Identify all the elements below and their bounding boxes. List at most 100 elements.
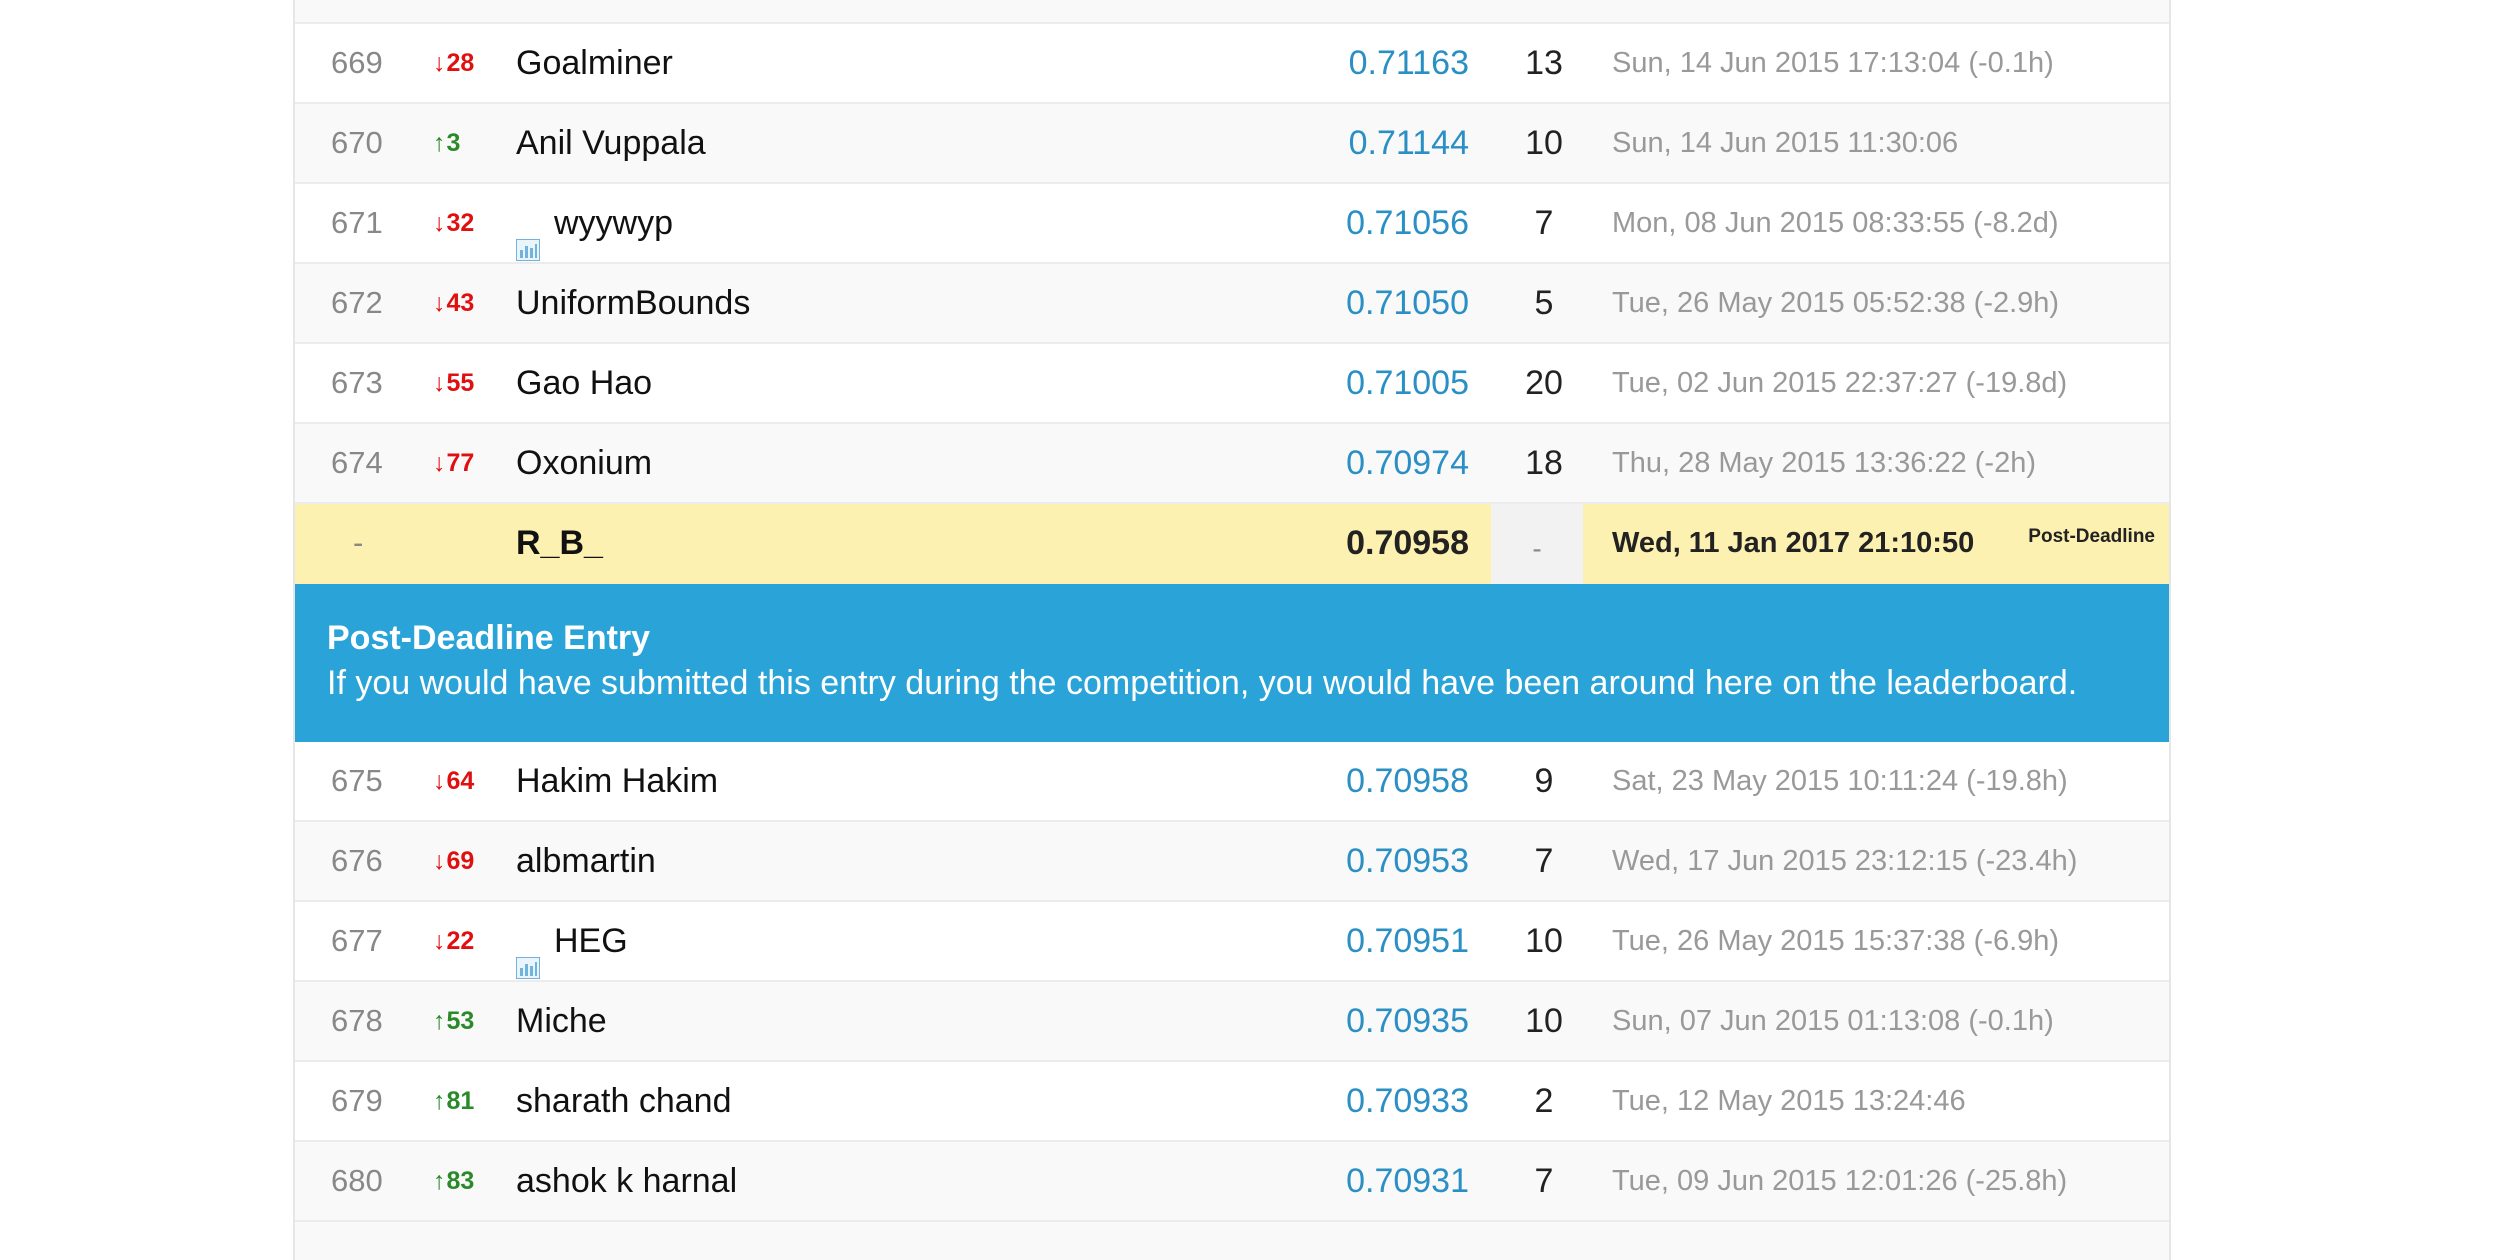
- rank-change-value: 81: [446, 1087, 475, 1115]
- team-name[interactable]: albmartin: [516, 842, 656, 880]
- rank-change-value: 43: [446, 289, 475, 317]
- score-link[interactable]: 0.71163: [1349, 24, 1469, 102]
- team-name[interactable]: Anil Vuppala: [516, 124, 706, 162]
- team-cell: sharath chand: [516, 1062, 732, 1140]
- arrow-up-icon: ↑: [433, 129, 446, 157]
- entries: 10: [1525, 922, 1563, 960]
- team-name[interactable]: wyywyp: [554, 204, 673, 242]
- rank-change-value: 3: [446, 129, 461, 157]
- rank: 680: [331, 1163, 383, 1198]
- rank-change-value: 83: [446, 1167, 475, 1195]
- score-link[interactable]: 0.70933: [1346, 1062, 1469, 1140]
- last-submission: Tue, 26 May 2015 15:37:38 (-6.9h): [1612, 925, 2060, 957]
- rank-change: ↓28: [433, 24, 493, 102]
- rank: -: [353, 525, 364, 560]
- arrow-down-icon: ↓: [433, 847, 446, 875]
- rows-before-group: 669 ↓28 Goalminer 0.71163 13 Sun, 14 Jun 2015…: [295, 24, 2169, 504]
- table-row: 679 ↑81 sharath chand 0.70933 2 Tue, 12 May 2…: [295, 1062, 2169, 1142]
- arrow-down-icon: ↓: [433, 369, 446, 397]
- score-link[interactable]: 0.70953: [1346, 822, 1469, 900]
- entries: -: [1491, 504, 1583, 586]
- entries: 2: [1534, 1082, 1554, 1120]
- score-link[interactable]: 0.71056: [1346, 184, 1469, 262]
- entries: 13: [1525, 44, 1563, 82]
- table-row: 673 ↓55 Gao Hao 0.71005 20 Tue, 02 Jun 2015 2…: [295, 344, 2169, 424]
- team-cell: Goalminer: [516, 24, 673, 102]
- rank-change-value: 22: [446, 927, 475, 955]
- arrow-up-icon: ↑: [433, 1007, 446, 1035]
- rank-change-value: 69: [446, 847, 475, 875]
- rank-change: ↓43: [433, 264, 493, 342]
- rank-change: ↑3: [433, 104, 493, 182]
- table-row: 678 ↑53 Miche 0.70935 10 Sun, 07 Jun 2015 01:…: [295, 982, 2169, 1062]
- entries: 20: [1525, 364, 1563, 402]
- score-link[interactable]: 0.70958: [1346, 742, 1469, 820]
- score-link[interactable]: 0.70931: [1346, 1142, 1469, 1220]
- score: 0.70958: [1346, 524, 1469, 562]
- last-submission: Tue, 02 Jun 2015 22:37:27 (-19.8d): [1612, 367, 2068, 399]
- arrow-down-icon: ↓: [433, 289, 446, 317]
- arrow-up-icon: ↑: [433, 1167, 446, 1195]
- table-row-partial-bottom: [295, 1222, 2169, 1260]
- last-submission: Tue, 26 May 2015 05:52:38 (-2.9h): [1612, 287, 2060, 319]
- team-cell: ashok k harnal: [516, 1142, 737, 1220]
- rank: 677: [331, 923, 383, 958]
- score-link[interactable]: 0.71005: [1346, 344, 1469, 422]
- table-row: 676 ↓69 albmartin 0.70953 7 Wed, 17 Jun 2015 …: [295, 822, 2169, 902]
- bar-chart-icon[interactable]: [516, 929, 540, 980]
- team-name[interactable]: R_B_: [516, 504, 603, 582]
- score-link[interactable]: 0.70951: [1346, 902, 1469, 980]
- notice-text: If you would have submitted this entry d…: [327, 664, 2078, 702]
- rank: 670: [331, 125, 383, 160]
- team-cell: Miche: [516, 982, 607, 1060]
- score-link[interactable]: 0.70935: [1346, 982, 1469, 1060]
- team-name[interactable]: Gao Hao: [516, 364, 652, 402]
- team-name[interactable]: Miche: [516, 1002, 607, 1040]
- score-link[interactable]: 0.71144: [1349, 104, 1469, 182]
- rank-change: ↓22: [433, 902, 493, 980]
- team-name[interactable]: HEG: [554, 922, 628, 960]
- team-name[interactable]: Oxonium: [516, 444, 652, 482]
- team-cell: Oxonium: [516, 424, 652, 502]
- team-name[interactable]: Hakim Hakim: [516, 762, 718, 800]
- score-link[interactable]: 0.70974: [1346, 424, 1469, 502]
- team-name[interactable]: ashok k harnal: [516, 1162, 737, 1200]
- last-submission: Tue, 12 May 2015 13:24:46: [1612, 1085, 1966, 1117]
- bar-chart-icon[interactable]: [516, 211, 540, 262]
- rank: 678: [331, 1003, 383, 1038]
- rank-change-value: 32: [446, 209, 475, 237]
- rank: 676: [331, 843, 383, 878]
- rank: 674: [331, 445, 383, 480]
- team-name[interactable]: sharath chand: [516, 1082, 732, 1120]
- table-row: 672 ↓43 UniformBounds 0.71050 5 Tue, 26 May 2…: [295, 264, 2169, 344]
- table-row: 671 ↓32 wyywyp 0.71056 7 Mon, 08 Jun 2015 08:…: [295, 184, 2169, 264]
- last-submission: Sun, 14 Jun 2015 11:30:06: [1612, 127, 1959, 159]
- rank-change: ↓69: [433, 822, 493, 900]
- notice-title: Post-Deadline Entry: [327, 619, 651, 657]
- rank-change: ↑83: [433, 1142, 493, 1220]
- post-deadline-notice: Post-Deadline Entry If you would have su…: [295, 584, 2169, 742]
- last-submission: Sun, 14 Jun 2015 17:13:04 (-0.1h): [1612, 47, 2054, 79]
- rank: 673: [331, 365, 383, 400]
- team-name[interactable]: UniformBounds: [516, 284, 750, 322]
- entries: 9: [1534, 762, 1554, 800]
- post-deadline-tag: Post-Deadline: [2028, 526, 2155, 547]
- score-link[interactable]: 0.71050: [1346, 264, 1469, 342]
- team-cell: Hakim Hakim: [516, 742, 718, 820]
- rank-change: ↓55: [433, 344, 493, 422]
- arrow-down-icon: ↓: [433, 449, 446, 477]
- team-cell: UniformBounds: [516, 264, 750, 342]
- rank-change-value: 77: [446, 449, 475, 477]
- table-row: 670 ↑3 Anil Vuppala 0.71144 10 Sun, 14 Jun 20…: [295, 104, 2169, 184]
- team-cell: Anil Vuppala: [516, 104, 706, 182]
- team-cell: wyywyp: [516, 184, 673, 262]
- table-row-partial-top: [295, 0, 2169, 24]
- post-deadline-row: - R_B_ 0.70958 - Wed, 11 Jan 2017 21:10:…: [295, 504, 2169, 586]
- table-row: 669 ↓28 Goalminer 0.71163 13 Sun, 14 Jun 2015…: [295, 24, 2169, 104]
- table-row: 677 ↓22 HEG 0.70951 10 Tue, 26 May 2015 15:37…: [295, 902, 2169, 982]
- team-cell: albmartin: [516, 822, 656, 900]
- leaderboard-rows: 669 ↓28 Goalminer 0.71163 13 Sun, 14 Jun 2015…: [295, 0, 2169, 1260]
- rank: 675: [331, 763, 383, 798]
- team-name[interactable]: Goalminer: [516, 44, 673, 82]
- last-submission: Wed, 11 Jan 2017 21:10:50: [1612, 527, 1975, 559]
